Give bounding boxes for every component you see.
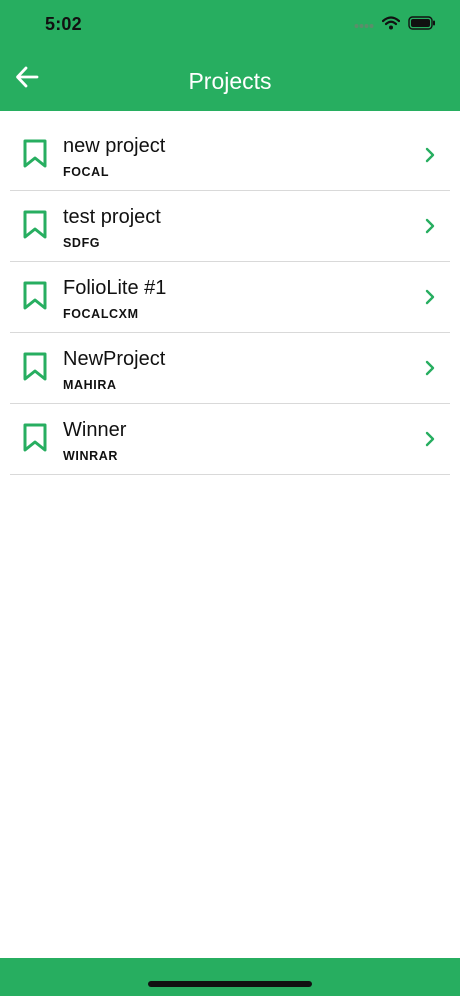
chevron-right-icon bbox=[424, 360, 436, 376]
list-item[interactable]: FolioLite #1 FOCALCXM bbox=[10, 262, 450, 333]
project-name: NewProject bbox=[63, 348, 166, 370]
battery-icon bbox=[408, 15, 436, 35]
list-item[interactable]: new project FOCAL bbox=[10, 120, 450, 191]
bookmark-icon bbox=[23, 281, 47, 311]
status-bar: 5:02 bbox=[0, 0, 460, 50]
chevron-right-icon bbox=[424, 289, 436, 305]
status-icons bbox=[354, 15, 436, 35]
home-indicator[interactable] bbox=[148, 981, 312, 987]
project-name: Winner bbox=[63, 419, 127, 441]
list-item[interactable]: Winner WINRAR bbox=[10, 404, 450, 475]
chevron-right-icon bbox=[424, 218, 436, 234]
chevron-right-icon bbox=[424, 147, 436, 163]
bookmark-icon bbox=[23, 139, 47, 169]
project-code: FOCAL bbox=[63, 165, 110, 179]
chevron-right-icon bbox=[424, 431, 436, 447]
navigation-bar: Projects bbox=[0, 52, 460, 111]
project-code: FOCALCXM bbox=[63, 307, 139, 321]
bookmark-icon bbox=[23, 423, 47, 453]
project-code: WINRAR bbox=[63, 449, 118, 463]
bottom-bar bbox=[0, 958, 460, 996]
project-code: SDFG bbox=[63, 236, 101, 250]
signal-dots-icon bbox=[354, 16, 374, 34]
project-name: new project bbox=[63, 135, 166, 157]
project-name: test project bbox=[63, 206, 161, 228]
project-name: FolioLite #1 bbox=[63, 277, 167, 299]
bookmark-icon bbox=[23, 352, 47, 382]
project-list: new project FOCAL test project SDFG Foli… bbox=[10, 120, 450, 475]
page-title: Projects bbox=[188, 68, 272, 94]
app-header: 5:02 Projects bbox=[0, 0, 460, 111]
project-code: MAHIRA bbox=[63, 378, 117, 392]
list-item[interactable]: test project SDFG bbox=[10, 191, 450, 262]
status-time: 5:02 bbox=[45, 14, 82, 34]
wifi-icon bbox=[381, 15, 401, 35]
list-item[interactable]: NewProject MAHIRA bbox=[10, 333, 450, 404]
bookmark-icon bbox=[23, 210, 47, 240]
